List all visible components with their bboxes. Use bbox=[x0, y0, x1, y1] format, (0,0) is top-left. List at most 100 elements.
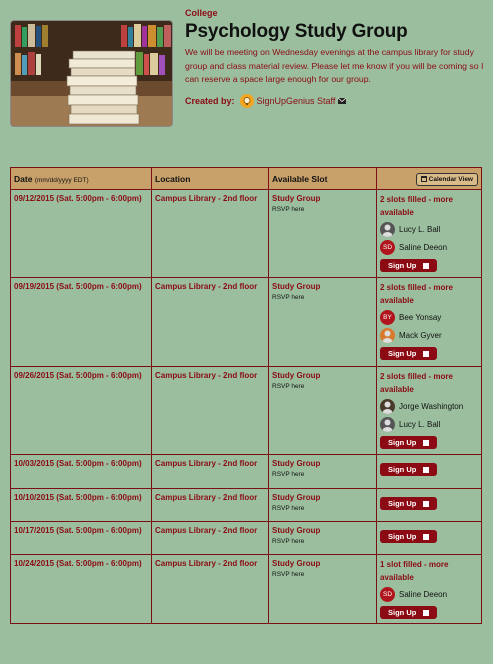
sheet-header: College Psychology Study Group We will b… bbox=[10, 8, 485, 130]
table-row: 10/17/2015 (Sat. 5:00pm - 6:00pm) Campus … bbox=[10, 521, 482, 555]
location-cell: Campus Library - 2nd floor bbox=[155, 459, 258, 468]
date-cell: 10/24/2015 (Sat. 5:00pm - 6:00pm) bbox=[14, 559, 142, 568]
rsvp-note: RSVP here bbox=[272, 538, 305, 545]
checkbox-icon bbox=[423, 439, 430, 446]
mail-icon[interactable] bbox=[338, 97, 347, 104]
page-title: Psychology Study Group bbox=[185, 21, 408, 42]
location-cell: Campus Library - 2nd floor bbox=[155, 282, 258, 291]
rsvp-note: RSVP here bbox=[272, 505, 305, 512]
table-header-row: Date (mm/dd/yyyy EDT) Location Available… bbox=[10, 167, 482, 190]
column-date: Date (mm/dd/yyyy EDT) bbox=[10, 167, 152, 190]
location-cell: Campus Library - 2nd floor bbox=[155, 559, 258, 568]
sign-up-label: Sign Up bbox=[388, 438, 417, 447]
column-date-sub: (mm/dd/yyyy EDT) bbox=[34, 176, 89, 184]
rsvp-note: RSVP here bbox=[272, 471, 305, 478]
checkbox-icon bbox=[423, 466, 430, 473]
location-cell: Campus Library - 2nd floor bbox=[155, 194, 258, 203]
calendar-icon bbox=[420, 175, 427, 182]
creator-name[interactable]: SignUpGenius Staff bbox=[257, 96, 336, 106]
column-location: Location bbox=[151, 167, 269, 190]
avatar bbox=[380, 399, 395, 414]
avatar: SD bbox=[380, 240, 395, 255]
participant-name: Bee Yonsay bbox=[399, 313, 442, 322]
checkbox-icon bbox=[423, 609, 430, 616]
table-row: 09/26/2015 (Sat. 5:00pm - 6:00pm) Campus … bbox=[10, 366, 482, 455]
calendar-view-button[interactable]: Calendar View bbox=[415, 172, 478, 186]
sign-up-button[interactable]: Sign Up bbox=[380, 347, 438, 360]
slots-filled-status: 2 slots filled - more available bbox=[380, 195, 453, 217]
sign-up-button[interactable]: Sign Up bbox=[380, 436, 438, 449]
participant-name: Jorge Washington bbox=[399, 402, 464, 411]
sheet-description: We will be meeting on Wednesday evenings… bbox=[185, 47, 484, 85]
checkbox-icon bbox=[423, 262, 430, 269]
date-cell: 10/10/2015 (Sat. 5:00pm - 6:00pm) bbox=[14, 493, 142, 502]
slot-name: Study Group bbox=[272, 459, 321, 468]
table-row: 10/03/2015 (Sat. 5:00pm - 6:00pm) Campus … bbox=[10, 454, 482, 489]
calendar-view-label: Calendar View bbox=[428, 175, 473, 183]
avatar bbox=[380, 328, 395, 343]
date-cell: 10/17/2015 (Sat. 5:00pm - 6:00pm) bbox=[14, 526, 142, 535]
creator-line: Created by: SignUpGenius Staff bbox=[185, 93, 485, 108]
signup-table: Date (mm/dd/yyyy EDT) Location Available… bbox=[10, 167, 482, 624]
date-cell: 09/26/2015 (Sat. 5:00pm - 6:00pm) bbox=[14, 371, 142, 380]
slot-name: Study Group bbox=[272, 493, 321, 502]
sign-up-button[interactable]: Sign Up bbox=[380, 530, 438, 543]
avatar: SD bbox=[380, 587, 395, 602]
sign-up-label: Sign Up bbox=[388, 499, 417, 508]
participant: Mack Gyver bbox=[380, 328, 478, 343]
column-slot: Available Slot bbox=[268, 167, 377, 190]
rsvp-note: RSVP here bbox=[272, 294, 305, 301]
rsvp-note: RSVP here bbox=[272, 571, 305, 578]
participant: Jorge Washington bbox=[380, 399, 478, 414]
sign-up-label: Sign Up bbox=[388, 349, 417, 358]
sign-up-button[interactable]: Sign Up bbox=[380, 463, 438, 476]
date-cell: 10/03/2015 (Sat. 5:00pm - 6:00pm) bbox=[14, 459, 142, 468]
participant: Lucy L. Ball bbox=[380, 417, 478, 432]
signupgenius-icon bbox=[239, 93, 254, 108]
sign-up-button[interactable]: Sign Up bbox=[380, 259, 438, 272]
slots-filled-status: 2 slots filled - more available bbox=[380, 372, 453, 394]
sign-up-label: Sign Up bbox=[388, 261, 417, 270]
rsvp-note: RSVP here bbox=[272, 206, 305, 213]
category-label: College bbox=[185, 8, 218, 18]
avatar-initials: BY bbox=[383, 314, 392, 321]
slots-filled-status: 2 slots filled - more available bbox=[380, 283, 453, 305]
column-date-label: Date bbox=[14, 173, 33, 184]
slot-name: Study Group bbox=[272, 194, 321, 203]
checkbox-icon bbox=[423, 500, 430, 507]
avatar bbox=[380, 417, 395, 432]
avatar bbox=[380, 222, 395, 237]
date-cell: 09/19/2015 (Sat. 5:00pm - 6:00pm) bbox=[14, 282, 142, 291]
participant-name: Saline Deeon bbox=[399, 243, 448, 252]
books-photo bbox=[10, 20, 173, 127]
sign-up-label: Sign Up bbox=[388, 608, 417, 617]
slots-filled-status: 1 slot filled - more available bbox=[380, 560, 449, 582]
table-row: 09/19/2015 (Sat. 5:00pm - 6:00pm) Campus … bbox=[10, 277, 482, 367]
location-cell: Campus Library - 2nd floor bbox=[155, 371, 258, 380]
checkbox-icon bbox=[423, 533, 430, 540]
avatar-initials: SD bbox=[382, 244, 393, 251]
participant: BY Bee Yonsay bbox=[380, 310, 478, 325]
avatar-initials: SD bbox=[382, 591, 393, 598]
avatar: BY bbox=[380, 310, 395, 325]
slot-name: Study Group bbox=[272, 559, 321, 568]
checkbox-icon bbox=[423, 350, 430, 357]
slot-name: Study Group bbox=[272, 282, 321, 291]
column-signup: Calendar View bbox=[376, 167, 482, 190]
participant-name: Saline Deeon bbox=[399, 590, 448, 599]
location-cell: Campus Library - 2nd floor bbox=[155, 493, 258, 502]
created-by-label: Created by: bbox=[185, 95, 235, 106]
table-row: 10/10/2015 (Sat. 5:00pm - 6:00pm) Campus … bbox=[10, 488, 482, 522]
sign-up-label: Sign Up bbox=[388, 465, 417, 474]
participant-name: Mack Gyver bbox=[399, 331, 442, 340]
date-cell: 09/12/2015 (Sat. 5:00pm - 6:00pm) bbox=[14, 194, 142, 203]
sign-up-label: Sign Up bbox=[388, 532, 417, 541]
participant-name: Lucy L. Ball bbox=[399, 225, 441, 234]
sign-up-button[interactable]: Sign Up bbox=[380, 606, 438, 619]
rsvp-note: RSVP here bbox=[272, 383, 305, 390]
participant: Lucy L. Ball bbox=[380, 222, 478, 237]
slot-name: Study Group bbox=[272, 526, 321, 535]
participant-name: Lucy L. Ball bbox=[399, 420, 441, 429]
participant: SD Saline Deeon bbox=[380, 240, 478, 255]
sign-up-button[interactable]: Sign Up bbox=[380, 497, 438, 510]
